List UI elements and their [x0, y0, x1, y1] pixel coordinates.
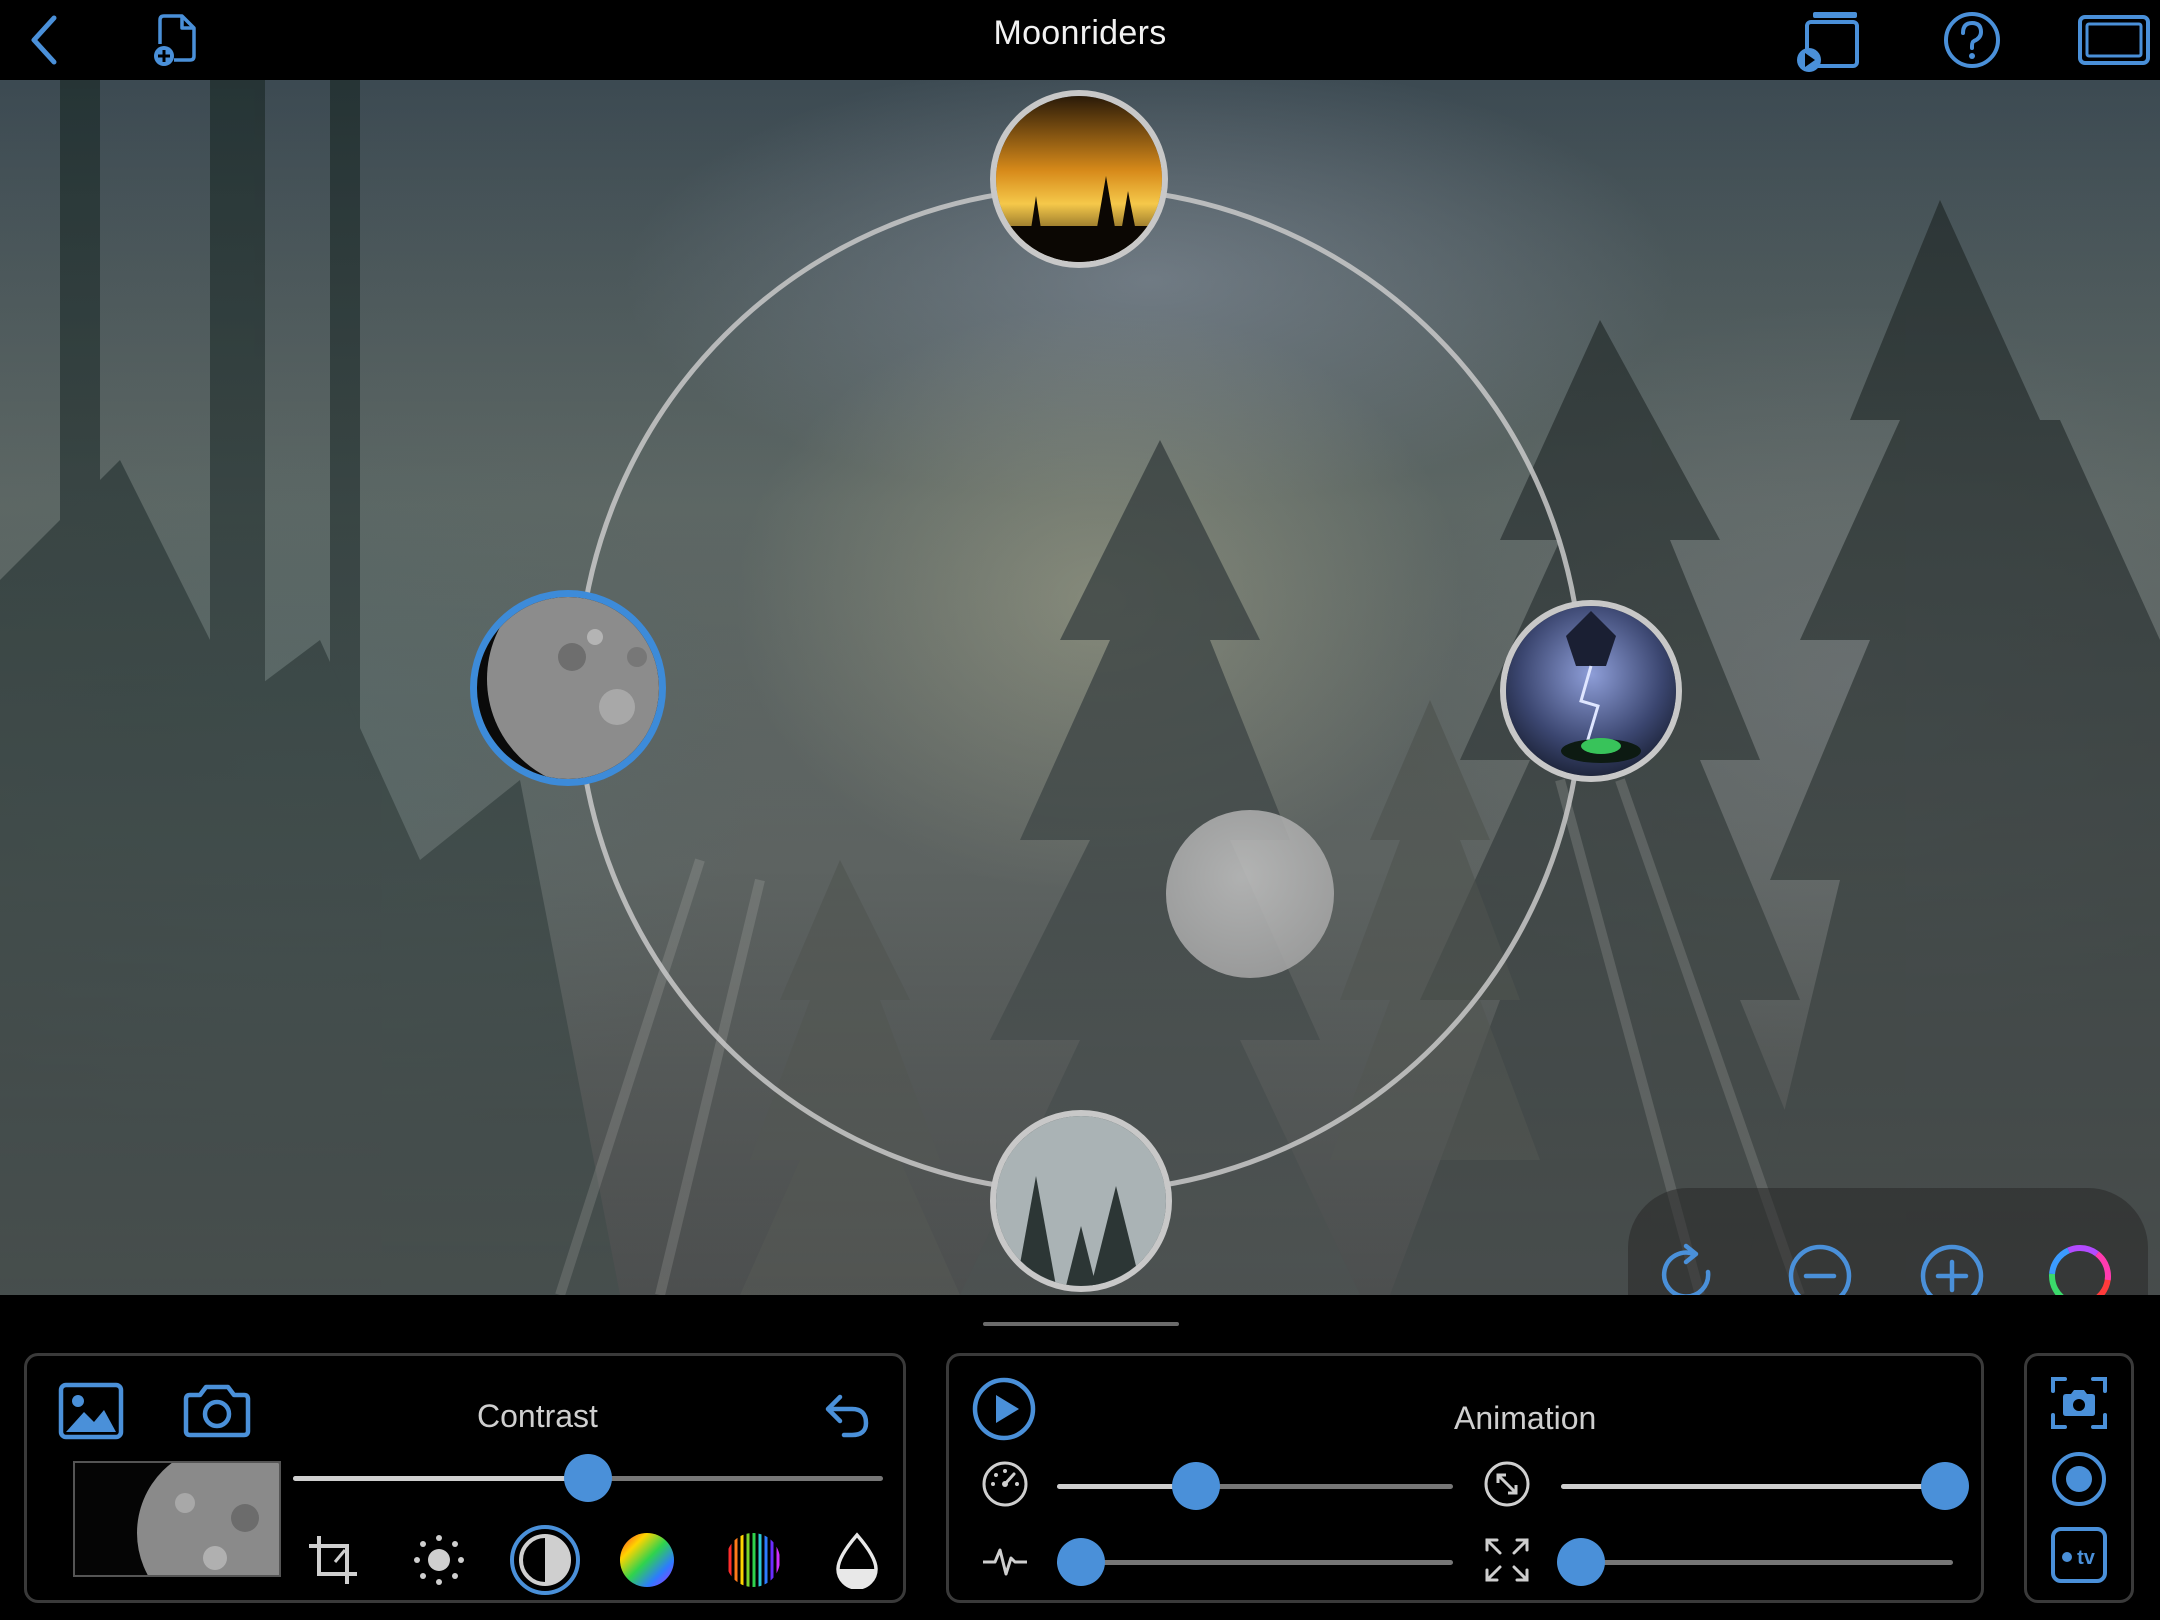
image-node-moon[interactable]	[470, 590, 666, 786]
expand-slider-thumb[interactable]	[1556, 1538, 1605, 1586]
opacity-drop-icon	[836, 1532, 878, 1589]
help-button[interactable]	[1940, 6, 2004, 74]
scale-slider-thumb[interactable]	[1921, 1462, 1970, 1510]
contrast-slider-thumb[interactable]	[564, 1454, 612, 1502]
contrast-slider[interactable]	[293, 1454, 883, 1502]
photo-library-button[interactable]	[51, 1376, 131, 1446]
display-mode-icon	[2078, 15, 2150, 65]
contrast-icon	[510, 1525, 580, 1595]
camera-icon	[183, 1384, 251, 1438]
undo-icon	[825, 1394, 869, 1438]
contrast-tool-button[interactable]	[505, 1520, 585, 1600]
lightning-rider-thumbnail	[1506, 606, 1676, 776]
sunset-trees-thumbnail	[996, 96, 1162, 262]
pulse-slider[interactable]	[1056, 1538, 1453, 1586]
blend-canvas[interactable]	[0, 80, 2160, 1295]
brightness-icon	[414, 1535, 464, 1585]
spectrum-button[interactable]	[717, 1524, 789, 1596]
animation-title: Animation	[1454, 1400, 1597, 1436]
image-node-sunset[interactable]	[990, 90, 1168, 268]
scale-arrows-icon	[1484, 1461, 1530, 1507]
canvas-tools	[1628, 1188, 2148, 1295]
screenshot-button[interactable]	[2041, 1370, 2117, 1436]
adjust-panel: Contrast	[24, 1353, 906, 1603]
hue-button[interactable]	[611, 1524, 683, 1596]
moon-preview	[75, 1463, 279, 1575]
zoom-in-icon	[1920, 1244, 1984, 1295]
scale-slider[interactable]	[1561, 1462, 1970, 1510]
zoom-in-button[interactable]	[1912, 1236, 1992, 1295]
animation-panel: Animation	[946, 1353, 1984, 1603]
zoom-out-icon	[1788, 1244, 1852, 1295]
display-mode-button[interactable]	[2076, 6, 2152, 74]
photo-library-icon	[58, 1382, 124, 1440]
expand-slider[interactable]	[1556, 1538, 1953, 1586]
color-ring-button[interactable]	[2040, 1236, 2120, 1295]
expand-label	[1479, 1532, 1535, 1588]
blend-ring	[575, 185, 1585, 1195]
expand-icon	[1485, 1538, 1529, 1582]
airplay-button[interactable]	[1790, 6, 1866, 74]
crop-icon	[309, 1536, 357, 1584]
image-node-misty-forest[interactable]	[990, 1110, 1172, 1292]
undo-button[interactable]	[817, 1386, 877, 1446]
play-button[interactable]	[969, 1374, 1039, 1444]
sheet-grabber[interactable]	[983, 1322, 1179, 1326]
contrast-slider-fill	[293, 1476, 588, 1481]
airplay-video-icon	[1797, 12, 1859, 72]
crop-button[interactable]	[297, 1524, 369, 1596]
pulse-label	[977, 1532, 1033, 1588]
spectrum-icon	[728, 1533, 780, 1587]
adjust-title: Contrast	[477, 1398, 598, 1434]
apple-tv-icon: tv	[2051, 1527, 2107, 1583]
speed-slider-thumb[interactable]	[1171, 1462, 1220, 1510]
apple-tv-label: tv	[2077, 1547, 2096, 1569]
zoom-out-button[interactable]	[1780, 1236, 1860, 1295]
color-ring-icon	[2049, 1245, 2111, 1295]
rotate-button[interactable]	[1650, 1236, 1730, 1295]
record-button[interactable]	[2041, 1446, 2117, 1512]
record-icon	[2052, 1452, 2106, 1506]
screenshot-icon	[2051, 1377, 2107, 1429]
misty-forest-thumbnail	[996, 1116, 1166, 1286]
current-image-thumbnail[interactable]	[73, 1461, 281, 1577]
apple-tv-button[interactable]: tv	[2041, 1522, 2117, 1588]
hue-icon	[620, 1533, 674, 1587]
pulse-slider-thumb[interactable]	[1056, 1538, 1105, 1586]
play-icon	[972, 1377, 1036, 1441]
moon-thumbnail	[477, 597, 659, 779]
speed-label	[977, 1456, 1033, 1512]
camera-button[interactable]	[177, 1376, 257, 1446]
capture-panel: tv	[2024, 1353, 2134, 1603]
image-node-lightning-rider[interactable]	[1500, 600, 1682, 782]
scale-slider-fill	[1561, 1484, 1946, 1489]
help-icon	[1944, 12, 2000, 68]
speed-icon	[982, 1461, 1028, 1507]
pulse-icon	[983, 1548, 1027, 1576]
blend-position-handle[interactable]	[1166, 810, 1334, 978]
rotate-icon	[1661, 1243, 1711, 1295]
navigation-bar: Moonriders	[0, 0, 2160, 80]
opacity-button[interactable]	[821, 1524, 893, 1596]
speed-slider[interactable]	[1057, 1462, 1453, 1510]
scale-label	[1479, 1456, 1535, 1512]
brightness-button[interactable]	[403, 1524, 475, 1596]
